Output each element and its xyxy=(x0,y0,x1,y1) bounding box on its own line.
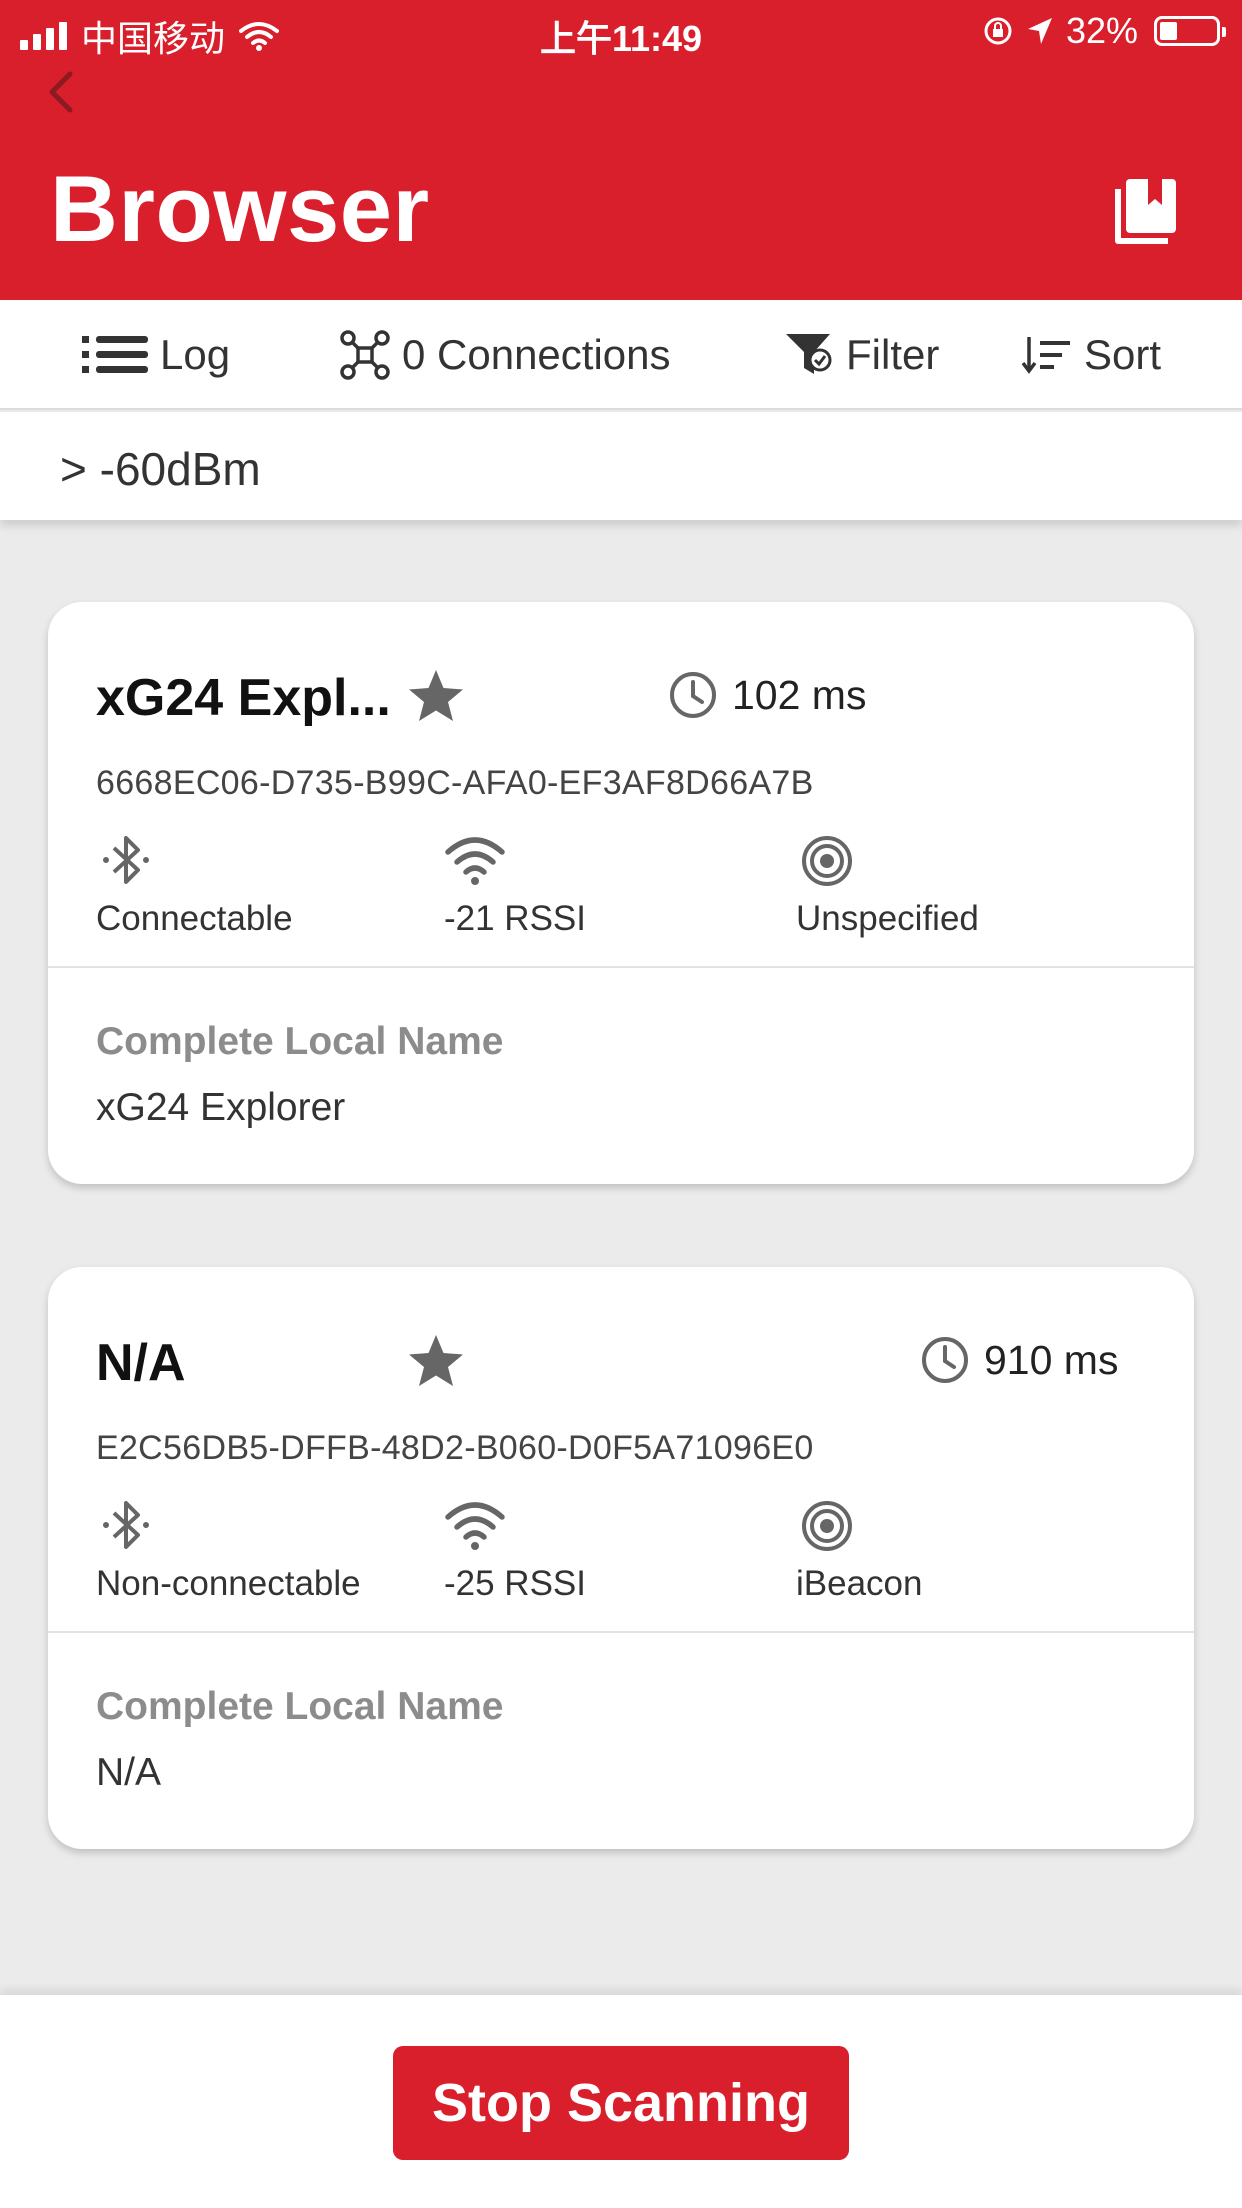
battery-icon xyxy=(1154,16,1226,46)
beacon-type-status: Unspecified xyxy=(796,830,979,939)
device-card[interactable]: xG24 Expl... 102 ms 6668EC06-D735-B99C-A… xyxy=(48,602,1194,1184)
connections-button[interactable]: 0 Connections xyxy=(340,300,671,410)
rssi-label: -21 RSSI xyxy=(444,899,586,938)
filter-button[interactable]: Filter xyxy=(784,300,939,410)
log-label: Log xyxy=(160,331,231,378)
card-divider xyxy=(48,966,1194,968)
connectable-label: Connectable xyxy=(96,899,293,938)
connections-label: 0 Connections xyxy=(402,331,671,378)
status-bar: 中国移动 上午11:49 32% xyxy=(0,0,1242,66)
ad-data-title: Complete Local Name xyxy=(96,1685,504,1728)
sort-icon xyxy=(1022,337,1070,374)
rssi-status: -21 RSSI xyxy=(444,830,586,939)
ad-data-title: Complete Local Name xyxy=(96,1020,504,1063)
sort-label: Sort xyxy=(1084,331,1162,378)
rotation-lock-icon xyxy=(984,17,1012,45)
rssi-label: -25 RSSI xyxy=(444,1564,586,1603)
bluetooth-icon xyxy=(103,1501,149,1549)
app-header: 中国移动 上午11:49 32% Browser xyxy=(0,0,1242,300)
favorite-star-icon[interactable] xyxy=(406,666,466,726)
active-filter-text: > -60dBm xyxy=(60,443,261,495)
ad-data-value: xG24 Explorer xyxy=(96,1086,346,1129)
log-button[interactable]: Log xyxy=(82,300,230,410)
network-nodes-icon xyxy=(340,330,390,380)
interval-value: 102 ms xyxy=(732,671,867,718)
bottom-action-bar: Stop Scanning xyxy=(0,1995,1242,2208)
beacon-icon xyxy=(802,836,852,886)
rssi-status: -25 RSSI xyxy=(444,1495,586,1604)
sort-button[interactable]: Sort xyxy=(1022,300,1161,410)
page-title: Browser xyxy=(50,156,430,261)
clock-icon xyxy=(922,1337,968,1383)
beacon-type-status: iBeacon xyxy=(796,1495,922,1604)
advertising-interval: 102 ms xyxy=(668,670,866,720)
connectable-status: Non-connectable xyxy=(96,1495,361,1604)
favorite-star-icon[interactable] xyxy=(406,1331,466,1391)
connectable-status: Connectable xyxy=(96,830,293,939)
action-toolbar: Log 0 Connections Filter Sort xyxy=(0,300,1242,410)
battery-percent: 32% xyxy=(1065,10,1138,51)
connectable-label: Non-connectable xyxy=(96,1564,361,1603)
beacon-icon xyxy=(802,1501,852,1551)
list-icon xyxy=(82,336,148,373)
bluetooth-icon xyxy=(103,836,149,884)
device-name: N/A xyxy=(96,1334,186,1392)
device-card[interactable]: N/A 910 ms E2C56DB5-DFFB-48D2-B060-D0F5A… xyxy=(48,1267,1194,1849)
beacon-type-label: iBeacon xyxy=(796,1564,923,1603)
advertising-interval: 910 ms xyxy=(920,1335,1118,1385)
bookmarks-icon[interactable] xyxy=(1110,175,1182,247)
beacon-type-label: Unspecified xyxy=(796,899,979,938)
location-arrow-icon xyxy=(1027,18,1052,44)
stop-scanning-button[interactable]: Stop Scanning xyxy=(393,2046,849,2160)
device-uuid: E2C56DB5-DFFB-48D2-B060-D0F5A71096E0 xyxy=(96,1429,814,1467)
filter-check-icon xyxy=(786,334,832,374)
filter-label: Filter xyxy=(846,331,940,378)
signal-strength-icon xyxy=(445,1502,505,1550)
device-name: xG24 Expl... xyxy=(96,669,391,727)
active-filter-bar[interactable]: > -60dBm xyxy=(0,412,1242,520)
interval-value: 910 ms xyxy=(984,1336,1119,1383)
card-divider xyxy=(48,1631,1194,1633)
back-chevron-icon[interactable] xyxy=(42,68,82,116)
ad-data-value: N/A xyxy=(96,1751,162,1794)
clock-icon xyxy=(670,672,716,718)
signal-strength-icon xyxy=(445,837,505,885)
device-uuid: 6668EC06-D735-B99C-AFA0-EF3AF8D66A7B xyxy=(96,764,814,802)
